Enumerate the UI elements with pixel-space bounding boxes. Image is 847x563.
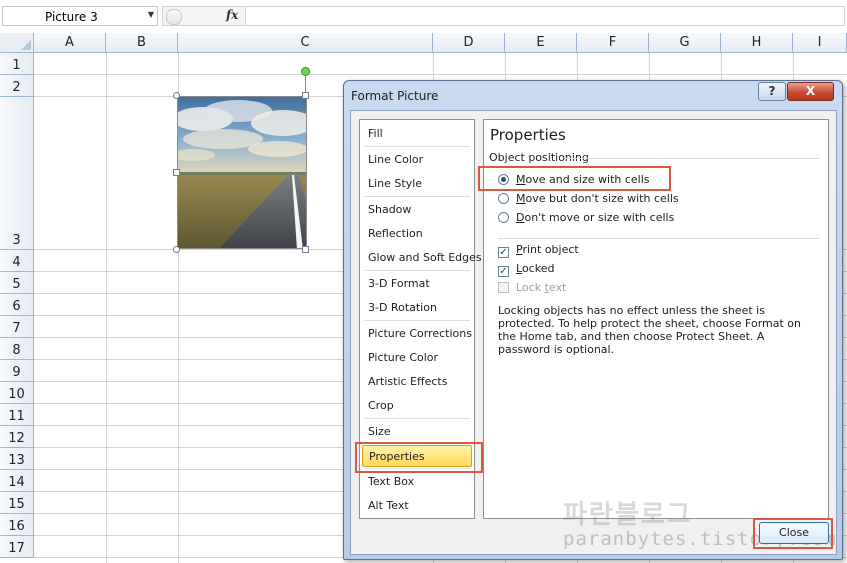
radio-icon[interactable] bbox=[498, 212, 509, 223]
dont-move-or-size-radio[interactable]: Don't move or size with cells bbox=[498, 211, 674, 224]
insert-function-button[interactable]: fx bbox=[226, 8, 238, 22]
road-landscape-picture[interactable] bbox=[177, 96, 307, 249]
row-header[interactable]: 12 bbox=[0, 426, 34, 448]
column-header-d[interactable]: D bbox=[433, 33, 505, 53]
resize-handle[interactable] bbox=[173, 169, 180, 176]
row-header[interactable]: 9 bbox=[0, 360, 34, 382]
name-box[interactable]: Picture 3 ▼ bbox=[2, 6, 158, 26]
category-separator bbox=[364, 146, 470, 147]
row-header[interactable]: 11 bbox=[0, 404, 34, 426]
category-line-color[interactable]: Line Color bbox=[362, 149, 472, 171]
category-artistic-effects[interactable]: Artistic Effects bbox=[362, 371, 472, 393]
column-header-b[interactable]: B bbox=[106, 33, 178, 53]
properties-panel: Properties Object positioning Move and s… bbox=[478, 119, 829, 519]
row-header[interactable]: 17 bbox=[0, 536, 34, 558]
category-picture-corrections[interactable]: Picture Corrections bbox=[362, 323, 472, 345]
category-picture-color[interactable]: Picture Color bbox=[362, 347, 472, 369]
category-separator bbox=[364, 418, 470, 419]
panel-heading: Properties bbox=[490, 126, 566, 144]
category-separator bbox=[364, 320, 470, 321]
row-header[interactable]: 2 bbox=[0, 75, 34, 97]
column-header-g[interactable]: G bbox=[649, 33, 721, 53]
category-text-box[interactable]: Text Box bbox=[362, 471, 472, 493]
grid-line bbox=[106, 53, 107, 563]
resize-handle[interactable] bbox=[173, 246, 180, 253]
watermark-korean: 파란블로그 bbox=[563, 500, 693, 530]
dialog-body: Fill Line Color Line Style Shadow Reflec… bbox=[350, 110, 837, 555]
column-header-i[interactable]: I bbox=[793, 33, 847, 53]
formula-input[interactable] bbox=[246, 6, 845, 26]
group-divider bbox=[566, 158, 820, 159]
resize-handle[interactable] bbox=[302, 246, 309, 253]
row-header[interactable]: 10 bbox=[0, 382, 34, 404]
row-header[interactable]: 1 bbox=[0, 53, 34, 75]
formula-tools: fx bbox=[162, 6, 246, 26]
category-glow-soft-edges[interactable]: Glow and Soft Edges bbox=[362, 247, 482, 269]
select-all-icon bbox=[21, 40, 31, 50]
close-icon[interactable]: X bbox=[787, 82, 834, 101]
category-crop[interactable]: Crop bbox=[362, 395, 472, 417]
column-header-c[interactable]: C bbox=[178, 33, 433, 53]
move-dont-size-radio[interactable]: Move but don't size with cells bbox=[498, 192, 679, 205]
checkmark-icon[interactable]: ✓ bbox=[498, 247, 509, 258]
help-button[interactable]: ? bbox=[758, 82, 786, 101]
row-header[interactable]: 5 bbox=[0, 272, 34, 294]
category-reflection[interactable]: Reflection bbox=[362, 223, 472, 245]
column-header-h[interactable]: H bbox=[721, 33, 793, 53]
category-3d-rotation[interactable]: 3-D Rotation bbox=[362, 297, 472, 319]
properties-highlight-box bbox=[355, 442, 483, 473]
row-header[interactable]: 15 bbox=[0, 492, 34, 514]
chevron-down-icon[interactable]: ▼ bbox=[148, 10, 154, 19]
resize-handle[interactable] bbox=[173, 92, 180, 99]
checkbox-disabled-icon bbox=[498, 282, 509, 293]
select-all-button[interactable] bbox=[0, 33, 34, 53]
row-header[interactable]: 13 bbox=[0, 448, 34, 470]
category-line-style[interactable]: Line Style bbox=[362, 173, 472, 195]
section-divider bbox=[498, 238, 820, 239]
column-header-a[interactable]: A bbox=[34, 33, 106, 53]
resize-handle[interactable] bbox=[302, 92, 309, 99]
print-object-checkbox[interactable]: ✓ Print object bbox=[498, 243, 579, 258]
category-separator bbox=[364, 270, 470, 271]
row-header[interactable]: 14 bbox=[0, 470, 34, 492]
column-header-e[interactable]: E bbox=[505, 33, 577, 53]
dialog-title: Format Picture bbox=[351, 89, 439, 103]
row-header[interactable]: 8 bbox=[0, 338, 34, 360]
move-and-size-highlight-box bbox=[478, 166, 671, 191]
column-header-f[interactable]: F bbox=[577, 33, 649, 53]
locking-note: Locking objects has no effect unless the… bbox=[498, 304, 801, 356]
close-highlight-box bbox=[753, 518, 833, 549]
category-separator bbox=[364, 196, 470, 197]
checkmark-icon[interactable]: ✓ bbox=[498, 266, 509, 277]
row-header[interactable]: 4 bbox=[0, 250, 34, 272]
category-shadow[interactable]: Shadow bbox=[362, 199, 472, 221]
row-header[interactable]: 6 bbox=[0, 294, 34, 316]
name-box-value: Picture 3 bbox=[45, 10, 98, 24]
grid-line bbox=[34, 74, 847, 75]
category-size[interactable]: Size bbox=[362, 421, 472, 443]
lock-text-checkbox: Lock text bbox=[498, 281, 566, 294]
row-header[interactable]: 16 bbox=[0, 514, 34, 536]
rotate-handle[interactable] bbox=[301, 67, 310, 76]
format-picture-dialog: Format Picture ? X Fill Line Color Line … bbox=[343, 80, 843, 560]
category-fill[interactable]: Fill bbox=[362, 123, 472, 145]
row-header[interactable]: 3 bbox=[0, 97, 34, 250]
formula-bar: Picture 3 ▼ fx bbox=[0, 0, 847, 34]
category-3d-format[interactable]: 3-D Format bbox=[362, 273, 472, 295]
category-alt-text[interactable]: Alt Text bbox=[362, 495, 472, 517]
row-header[interactable]: 7 bbox=[0, 316, 34, 338]
resize-grip-icon[interactable] bbox=[166, 9, 182, 25]
locked-checkbox[interactable]: ✓ Locked bbox=[498, 262, 554, 277]
radio-icon[interactable] bbox=[498, 193, 509, 204]
road-landscape-image bbox=[178, 97, 306, 248]
